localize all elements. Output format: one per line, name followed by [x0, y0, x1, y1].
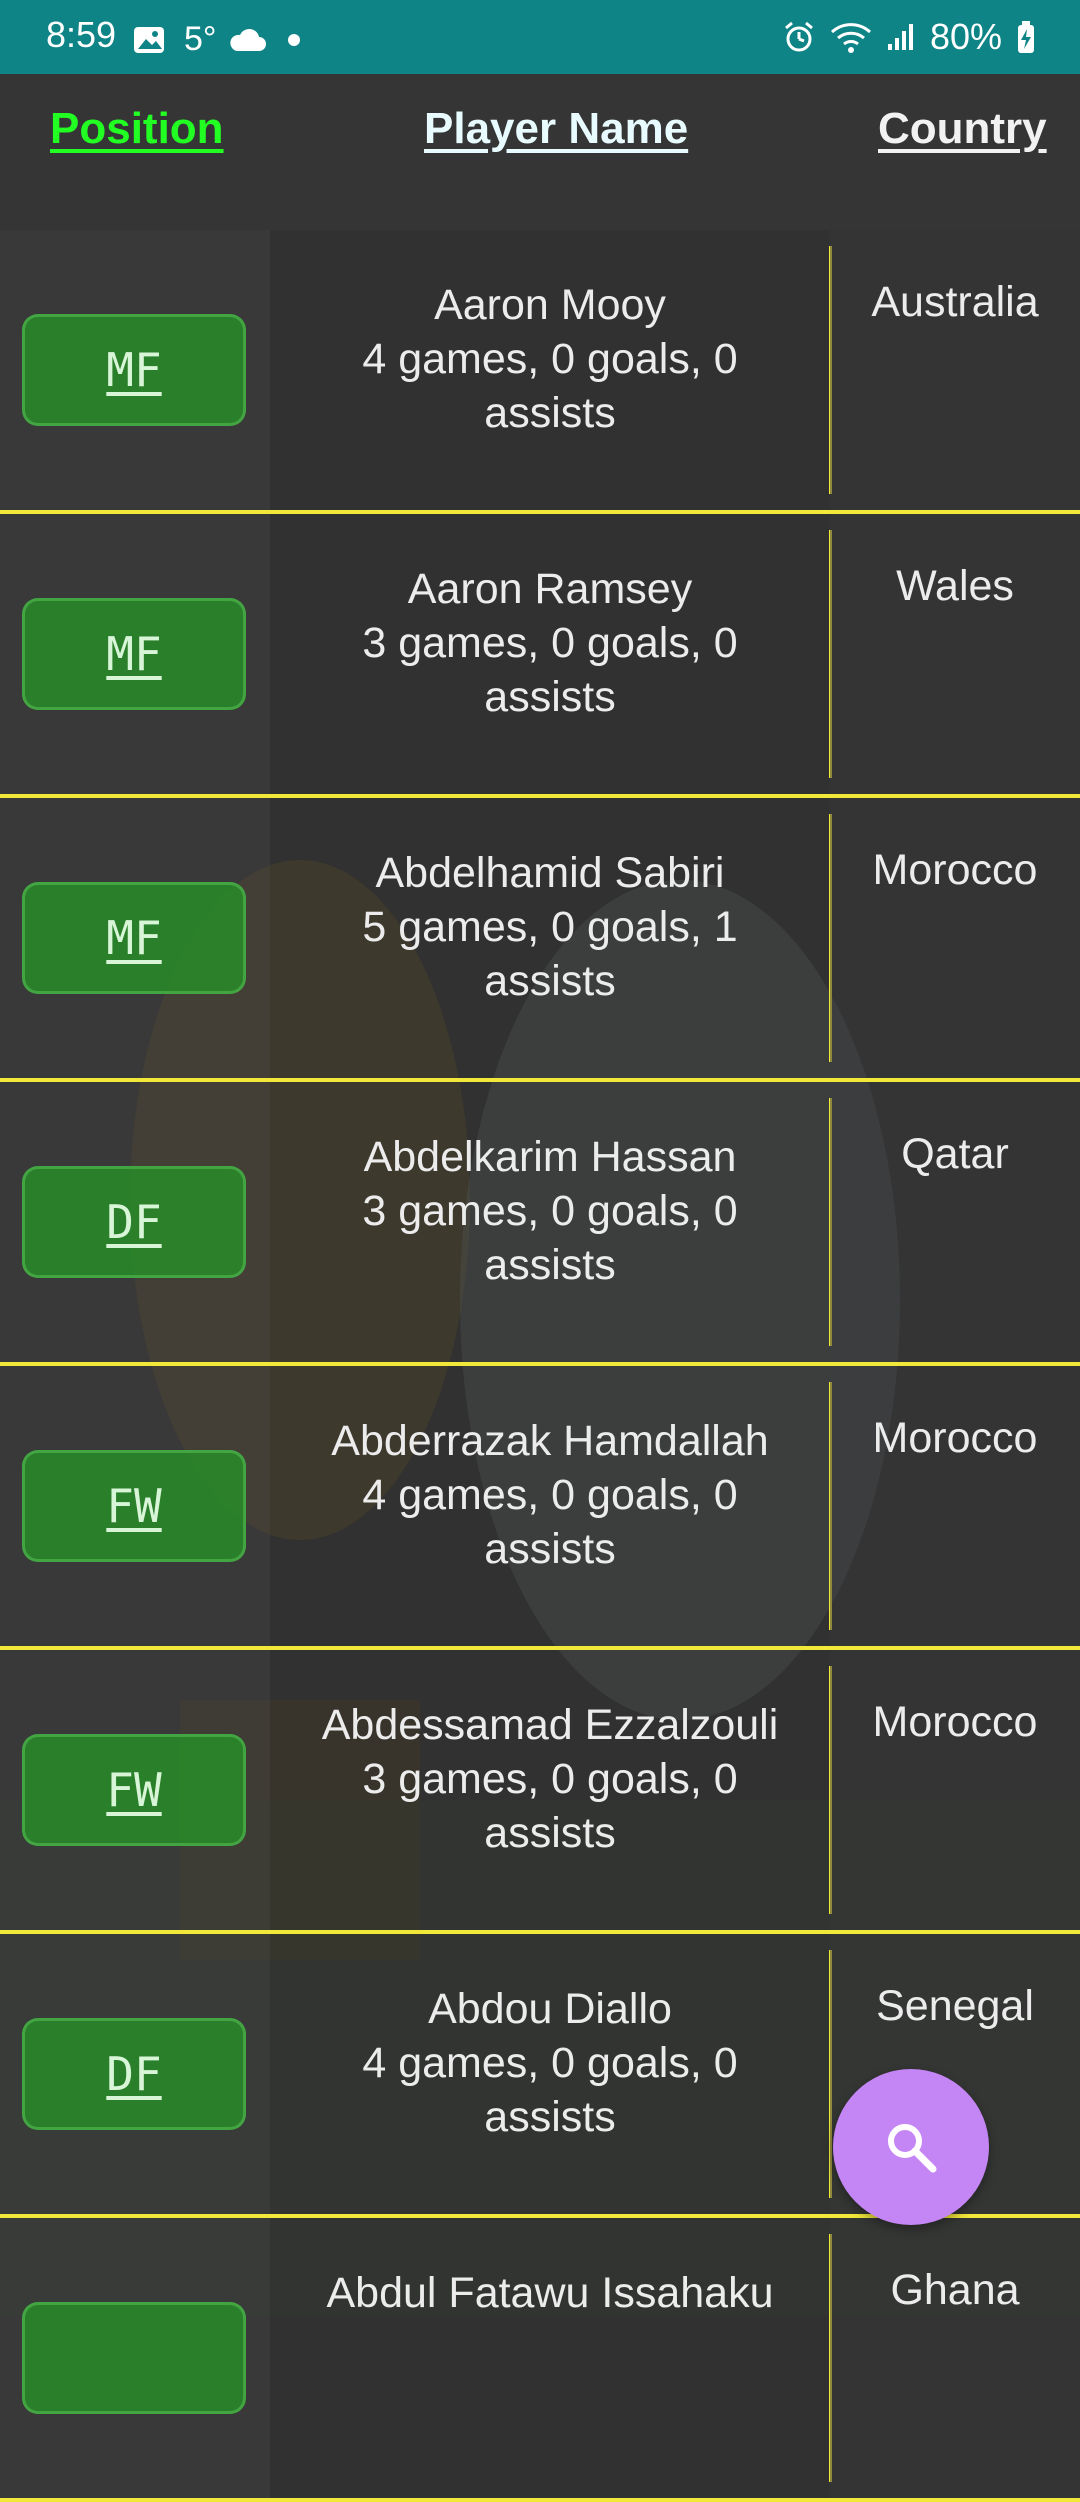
- player-stats-continued: assists: [484, 957, 616, 1005]
- player-info-cell: Aaron Ramsey 3 games, 0 goals, 0 assists: [270, 514, 830, 794]
- country-cell: Morocco: [830, 1366, 1080, 1646]
- player-name: Abdul Fatawu Issahaku: [326, 2269, 774, 2317]
- player-stats: 3 games, 0 goals, 0: [362, 1755, 738, 1803]
- player-name: Abdessamad Ezzalzouli: [321, 1701, 779, 1749]
- player-info-cell: Aaron Mooy 4 games, 0 goals, 0 assists: [270, 230, 830, 510]
- position-button[interactable]: MF: [22, 598, 246, 710]
- status-time: 8:59: [46, 14, 117, 55]
- player-row[interactable]: Abdul Fatawu Issahaku Ghana: [0, 2218, 1080, 2502]
- sort-by-position-link[interactable]: Position: [50, 104, 224, 154]
- player-stats-continued: assists: [484, 673, 616, 721]
- position-cell: DF: [0, 1934, 270, 2214]
- player-info-cell: Abdelkarim Hassan 3 games, 0 goals, 0 as…: [270, 1082, 830, 1362]
- battery-icon: [1018, 21, 1034, 53]
- position-button[interactable]: FW: [22, 1734, 246, 1846]
- player-stats: 5 games, 0 goals, 1: [362, 903, 738, 951]
- position-cell: DF: [0, 1082, 270, 1362]
- position-cell: MF: [0, 798, 270, 1078]
- player-row[interactable]: MF Abdelhamid Sabiri 5 games, 0 goals, 1…: [0, 798, 1080, 1082]
- player-info-cell: Abderrazak Hamdallah 4 games, 0 goals, 0…: [270, 1366, 830, 1646]
- player-name: Aaron Ramsey: [407, 565, 693, 613]
- player-row[interactable]: MF Aaron Ramsey 3 games, 0 goals, 0 assi…: [0, 514, 1080, 798]
- position-button[interactable]: DF: [22, 1166, 246, 1278]
- player-stats-continued: assists: [484, 2093, 616, 2141]
- country-cell: Morocco: [830, 798, 1080, 1078]
- player-country: Morocco: [872, 1698, 1038, 1746]
- player-country: Ghana: [890, 2266, 1020, 2314]
- player-country: Australia: [871, 278, 1039, 326]
- player-country: Senegal: [876, 1982, 1034, 2030]
- player-name: Abdou Diallo: [428, 1985, 672, 2033]
- signal-icon: [887, 24, 913, 50]
- player-name: Abdelkarim Hassan: [363, 1133, 737, 1181]
- country-cell: Qatar: [830, 1082, 1080, 1362]
- player-name: Aaron Mooy: [434, 281, 666, 329]
- alarm-icon: [784, 21, 813, 52]
- position-button[interactable]: FW: [22, 1450, 246, 1562]
- position-cell: MF: [0, 230, 270, 510]
- search-button[interactable]: [833, 2069, 989, 2225]
- player-stats: 3 games, 0 goals, 0: [362, 619, 738, 667]
- position-button[interactable]: [22, 2302, 246, 2414]
- player-stats: 4 games, 0 goals, 0: [362, 2039, 738, 2087]
- player-stats: 4 games, 0 goals, 0: [362, 1471, 738, 1519]
- player-stats-continued: assists: [484, 1525, 616, 1573]
- player-country: Qatar: [901, 1130, 1009, 1178]
- sort-by-name-link[interactable]: Player Name: [424, 104, 688, 154]
- player-name: Abderrazak Hamdallah: [331, 1417, 769, 1465]
- player-info-cell: Abdul Fatawu Issahaku: [270, 2218, 830, 2498]
- player-country: Morocco: [872, 846, 1038, 894]
- player-stats-continued: assists: [484, 389, 616, 437]
- player-stats-continued: assists: [484, 1241, 616, 1289]
- country-cell: Wales: [830, 514, 1080, 794]
- position-cell: FW: [0, 1366, 270, 1646]
- position-cell: MF: [0, 514, 270, 794]
- gallery-icon: [134, 26, 164, 53]
- country-cell: Ghana: [830, 2218, 1080, 2498]
- position-cell: [0, 2218, 270, 2498]
- search-icon: [888, 2124, 937, 2173]
- status-temperature: 5°: [184, 20, 217, 58]
- player-stats: 4 games, 0 goals, 0: [362, 335, 738, 383]
- list-header: Position Player Name Country: [0, 74, 1080, 230]
- player-stats-continued: assists: [484, 1809, 616, 1857]
- player-country: Morocco: [872, 1414, 1038, 1462]
- position-button[interactable]: DF: [22, 2018, 246, 2130]
- player-stats: 3 games, 0 goals, 0: [362, 1187, 738, 1235]
- cloud-icon: [229, 28, 266, 51]
- player-info-cell: Abdessamad Ezzalzouli 3 games, 0 goals, …: [270, 1650, 830, 1930]
- player-row[interactable]: FW Abderrazak Hamdallah 4 games, 0 goals…: [0, 1366, 1080, 1650]
- country-cell: Morocco: [830, 1650, 1080, 1930]
- player-info-cell: Abdou Diallo 4 games, 0 goals, 0 assists: [270, 1934, 830, 2214]
- position-button[interactable]: MF: [22, 314, 246, 426]
- wifi-icon: [830, 23, 871, 53]
- player-row[interactable]: MF Aaron Mooy 4 games, 0 goals, 0 assist…: [0, 230, 1080, 514]
- battery-percentage: 80%: [929, 16, 1002, 57]
- sort-by-country-link[interactable]: Country: [878, 104, 1047, 154]
- status-bar: 8:59 5° 80%: [0, 0, 1080, 74]
- player-name: Abdelhamid Sabiri: [375, 849, 725, 897]
- player-row[interactable]: FW Abdessamad Ezzalzouli 3 games, 0 goal…: [0, 1650, 1080, 1934]
- country-cell: Australia: [830, 230, 1080, 510]
- position-button[interactable]: MF: [22, 882, 246, 994]
- player-row[interactable]: DF Abdelkarim Hassan 3 games, 0 goals, 0…: [0, 1082, 1080, 1366]
- player-country: Wales: [896, 562, 1014, 610]
- player-info-cell: Abdelhamid Sabiri 5 games, 0 goals, 1 as…: [270, 798, 830, 1078]
- position-cell: FW: [0, 1650, 270, 1930]
- dot-icon: [287, 33, 300, 46]
